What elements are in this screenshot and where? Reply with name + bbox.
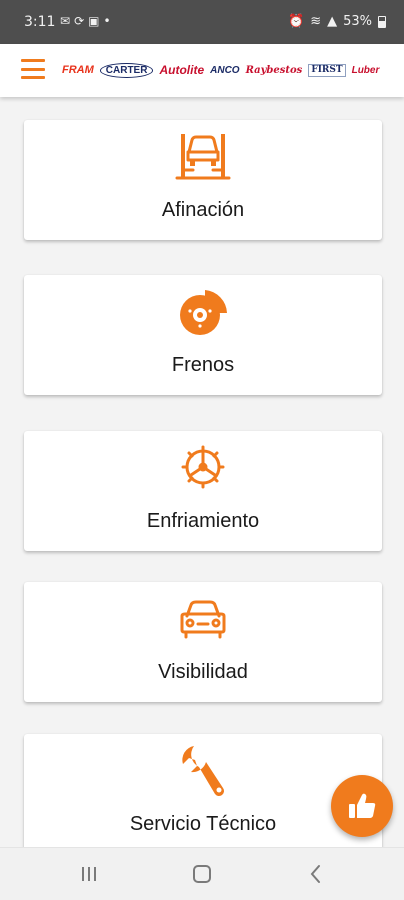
- car-lift-icon: [175, 134, 231, 180]
- wifi-icon: ≋: [310, 14, 322, 29]
- brand-fram-logo: FRAM: [62, 64, 94, 76]
- status-bar: 3:11 ✉ ⟳ ▣ • ⏰ ≋ ▲ 53%: [0, 0, 404, 44]
- brand-anco-logo: ANCO: [210, 64, 240, 76]
- brand-logos: FRAM CARTER Autolite ANCO Raybestos FIRS…: [62, 54, 402, 86]
- category-card-servicio-tecnico[interactable]: Servicio Técnico: [24, 734, 382, 847]
- category-card-enfriamiento[interactable]: Enfriamiento: [24, 431, 382, 551]
- wrench-icon: [182, 746, 224, 796]
- brand-carter-logo: CARTER: [99, 62, 154, 78]
- category-label: Frenos: [171, 354, 235, 376]
- car-front-icon: [180, 600, 226, 639]
- brand-raybestos-logo: Raybestos: [245, 64, 303, 76]
- category-list: Afinación Frenos Enfriamiento Visibilida…: [0, 97, 404, 847]
- thumbs-up-icon: [349, 793, 376, 818]
- status-notification-icons: ✉ ⟳ ▣ •: [60, 14, 111, 28]
- category-label: Enfriamiento: [146, 510, 260, 532]
- alarm-icon: ⏰: [288, 14, 305, 29]
- category-card-visibilidad[interactable]: Visibilidad: [24, 582, 382, 702]
- brand-first-logo: FIRST: [308, 63, 346, 77]
- image-icon: ▣: [88, 14, 100, 28]
- brand-autolite-logo: Autolite: [159, 63, 205, 77]
- status-system-icons: ⏰ ≋ ▲ 53%: [288, 14, 386, 29]
- category-label: Visibilidad: [158, 661, 248, 683]
- signal-icon: ▲: [327, 14, 338, 29]
- sync-icon: ⟳: [74, 14, 85, 28]
- app-header: FRAM CARTER Autolite ANCO Raybestos FIRS…: [0, 44, 404, 97]
- status-time: 3:11: [24, 14, 56, 30]
- cooling-fan-icon: [181, 445, 225, 489]
- recent-apps-icon[interactable]: [77, 862, 101, 886]
- feedback-fab-button[interactable]: [331, 775, 393, 837]
- brake-disc-icon: [180, 290, 227, 335]
- battery-icon: [378, 15, 386, 28]
- brand-luber-logo: Luber: [351, 64, 380, 76]
- home-icon[interactable]: [190, 862, 214, 886]
- email-icon: ✉: [60, 14, 71, 28]
- category-card-frenos[interactable]: Frenos: [24, 275, 382, 395]
- category-card-afinacion[interactable]: Afinación: [24, 120, 382, 240]
- back-icon[interactable]: [304, 862, 328, 886]
- battery-percent: 53%: [343, 14, 372, 29]
- category-label: Servicio Técnico: [129, 813, 277, 835]
- system-nav-bar: [0, 847, 404, 900]
- category-label: Afinación: [161, 199, 245, 221]
- hamburger-icon[interactable]: [21, 59, 45, 79]
- dot-icon: •: [103, 14, 111, 28]
